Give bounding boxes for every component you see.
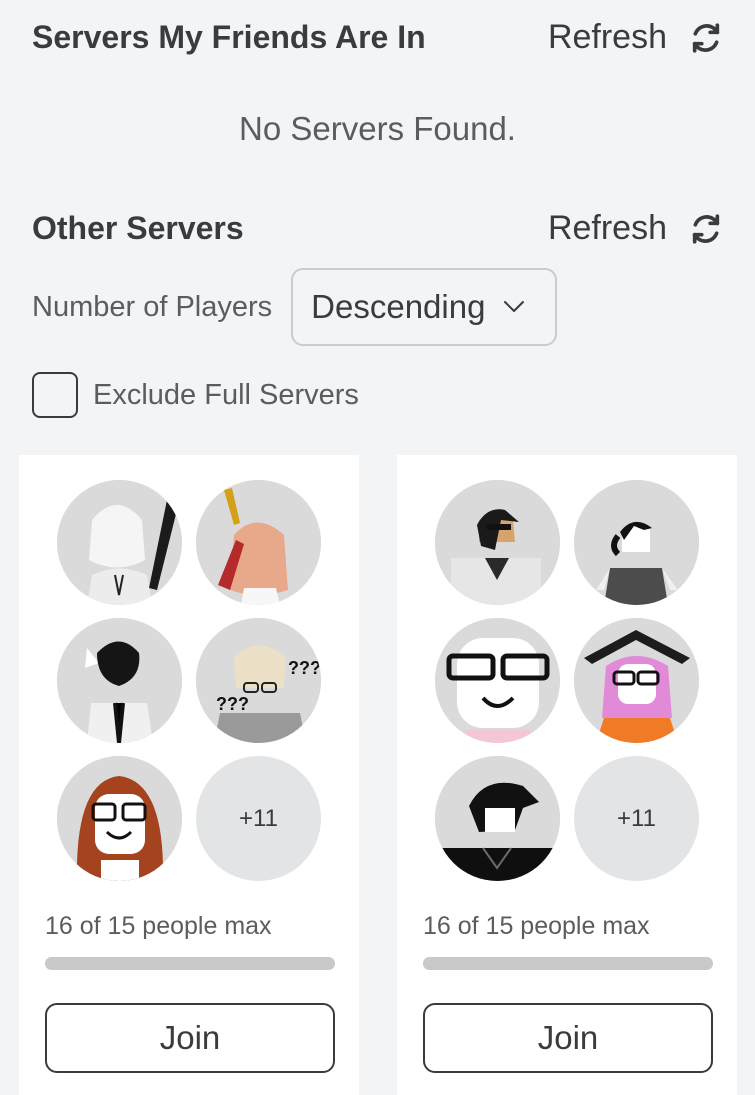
more-players-count: +11 <box>196 756 321 881</box>
avatar[interactable] <box>57 618 182 743</box>
avatar-black-hair-dark-icon <box>435 756 560 881</box>
friends-servers-title: Servers My Friends Are In <box>32 19 426 55</box>
avatar-peach-hair-sword-icon <box>196 480 321 605</box>
capacity-bar <box>45 957 335 970</box>
avatar[interactable] <box>57 756 182 881</box>
capacity-bar-fill <box>45 957 335 970</box>
sort-label: Number of Players <box>32 290 273 323</box>
player-avatars: ??? ??? +11 <box>57 480 321 881</box>
svg-text:???: ??? <box>288 658 321 678</box>
other-refresh-button[interactable]: Refresh <box>548 209 723 248</box>
avatar-black-hair-sunglasses-icon <box>435 480 560 605</box>
more-players-count: +11 <box>574 756 699 881</box>
capacity-bar <box>423 957 713 970</box>
friends-refresh-button[interactable]: Refresh <box>548 18 723 57</box>
avatar[interactable] <box>57 480 182 605</box>
sort-order-value: Descending <box>311 288 486 325</box>
avatar[interactable] <box>574 480 699 605</box>
sort-filter-row: Number of Players Descending <box>32 268 558 346</box>
svg-text:???: ??? <box>216 694 249 714</box>
refresh-icon <box>692 213 720 244</box>
exclude-full-label: Exclude Full Servers <box>93 378 359 411</box>
avatar-glasses-face-icon <box>435 618 560 743</box>
refresh-label: Refresh <box>547 18 667 56</box>
no-servers-message: No Servers Found. <box>239 110 516 147</box>
exclude-full-checkbox[interactable] <box>32 372 78 418</box>
chevron-down-icon <box>504 301 525 312</box>
avatar[interactable] <box>435 756 560 881</box>
avatar-red-hair-glasses-icon <box>57 756 182 881</box>
avatar[interactable] <box>435 480 560 605</box>
avatar-blonde-glasses-question-icon: ??? ??? <box>196 618 321 743</box>
server-capacity: 16 of 15 people max <box>423 912 650 940</box>
avatar[interactable] <box>574 618 699 743</box>
server-card: ??? ??? +11 16 of 15 people max Join <box>19 455 359 1095</box>
avatar-pink-hair-book-icon <box>574 618 699 743</box>
avatar-black-hair-wings-icon <box>57 618 182 743</box>
refresh-label: Refresh <box>547 209 667 247</box>
other-servers-header: Other Servers Refresh <box>32 209 723 248</box>
sort-order-dropdown[interactable]: Descending <box>291 268 558 346</box>
capacity-bar-fill <box>423 957 713 970</box>
server-capacity: 16 of 15 people max <box>45 912 272 940</box>
avatar[interactable]: ??? ??? <box>196 618 321 743</box>
friends-servers-header: Servers My Friends Are In Refresh <box>32 18 723 57</box>
server-card: +11 16 of 15 people max Join <box>397 455 737 1095</box>
other-servers-title: Other Servers <box>32 210 244 246</box>
avatar[interactable] <box>196 480 321 605</box>
avatar-black-ponytail-icon <box>574 480 699 605</box>
avatar[interactable] <box>435 618 560 743</box>
exclude-full-row: Exclude Full Servers <box>32 372 359 418</box>
player-avatars: +11 <box>435 480 699 881</box>
refresh-icon <box>692 22 720 53</box>
avatar-white-hair-scythe-icon <box>57 480 182 605</box>
